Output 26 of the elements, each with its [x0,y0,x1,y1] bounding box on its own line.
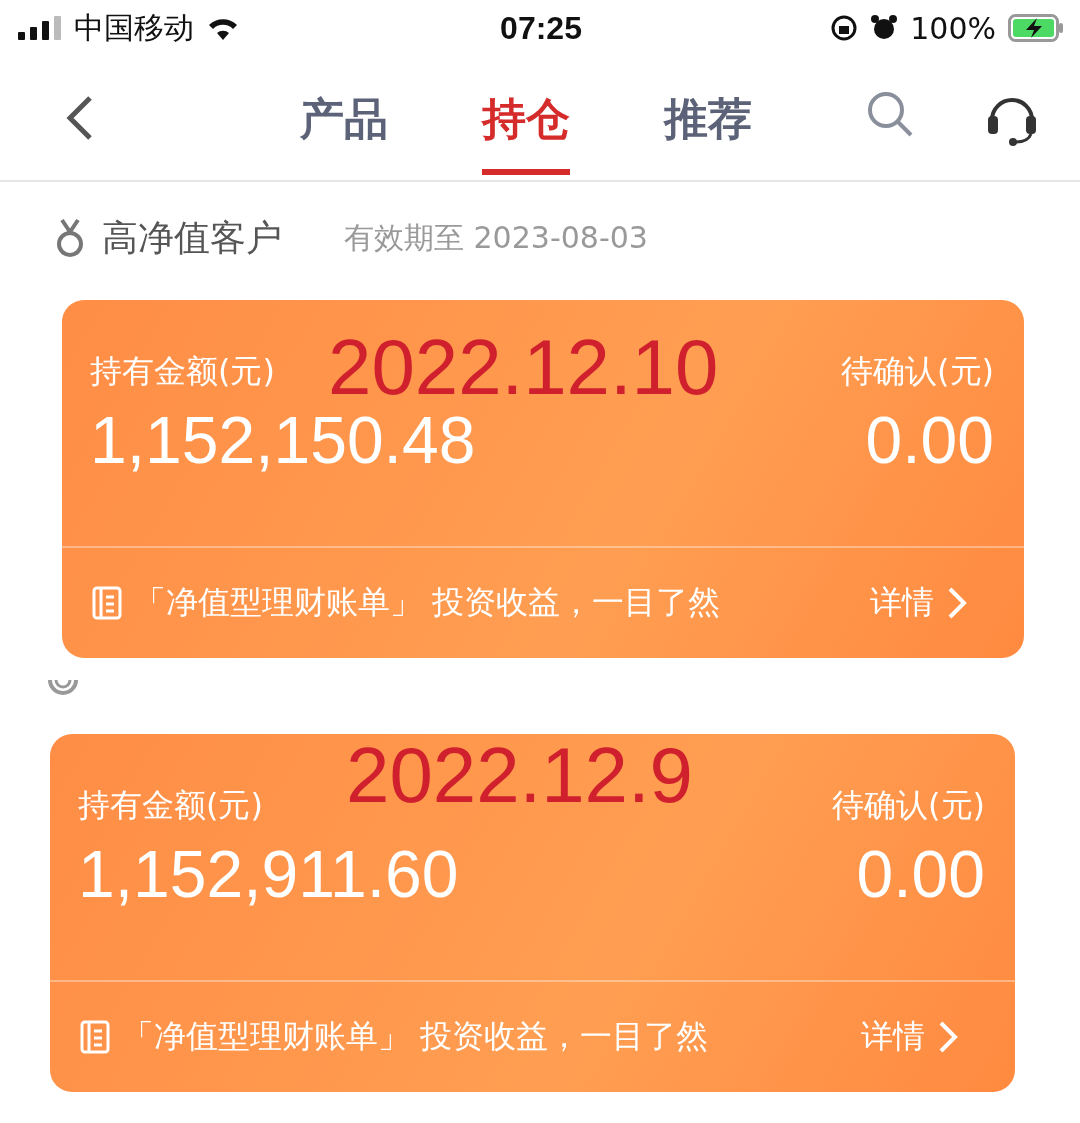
tab[interactable]: 推荐 [664,61,752,175]
document-icon [92,586,122,620]
search-icon[interactable] [866,90,914,138]
document-icon [80,1020,110,1054]
pending-label: 待确认(元) [832,785,985,826]
date-annotation: 2022.12.9 [346,730,693,821]
holding-label: 持有金额(元) [78,785,263,826]
battery-percent: 100% [910,10,996,46]
rotation-lock-icon [830,14,859,42]
battery-icon [1008,14,1064,42]
tab[interactable]: 持仓 [482,61,570,175]
bill-promo-text: 「净值型理财账单」 投资收益，一目了然 [134,582,721,623]
chevron-right-icon[interactable] [946,585,968,621]
pending-label: 待确认(元) [841,351,994,392]
chevron-right-icon[interactable] [937,1019,959,1055]
tab[interactable]: 产品 [300,61,388,175]
signal-icon [18,16,62,40]
status-time: 07:25 [500,9,582,47]
expiry-date: 有效期至 2023-08-03 [344,218,648,257]
pending-amount: 0.00 [856,836,985,913]
bill-promo-text: 「净值型理财账单」 投资收益，一目了然 [122,1016,709,1057]
holding-label: 持有金额(元) [90,351,275,392]
carrier-name: 中国移动 [74,8,194,47]
member-level: 高净值客户 [102,215,282,260]
pending-amount: 0.00 [865,402,994,479]
holding-amount: 1,152,911.60 [78,836,459,913]
